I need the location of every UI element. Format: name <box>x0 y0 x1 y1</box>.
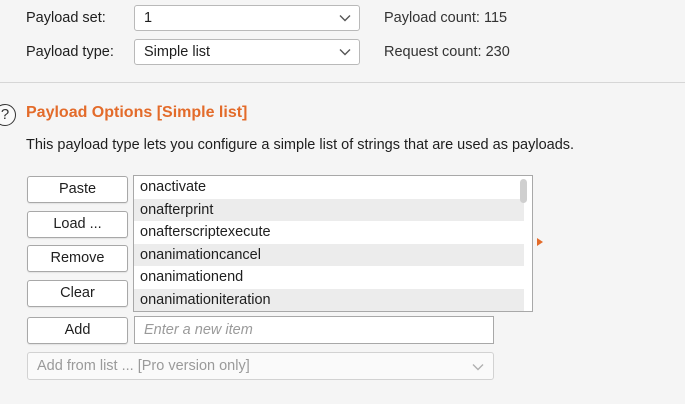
add-from-list-select[interactable]: Add from list ... [Pro version only] <box>27 352 494 380</box>
payload-list[interactable]: onactivate onafterprint onafterscriptexe… <box>133 175 533 312</box>
chevron-down-icon <box>339 49 351 56</box>
payload-type-label: Payload type: <box>26 44 114 60</box>
request-count: Request count: 230 <box>384 44 510 60</box>
payload-count: Payload count: 115 <box>384 10 508 26</box>
remove-button[interactable]: Remove <box>27 245 128 272</box>
add-from-list-value: Add from list ... [Pro version only] <box>37 358 250 374</box>
section-divider <box>0 82 685 83</box>
payload-type-value: Simple list <box>144 44 211 60</box>
clear-button[interactable]: Clear <box>27 280 128 307</box>
payload-set-select[interactable]: 1 <box>134 5 360 31</box>
chevron-down-icon <box>472 364 484 371</box>
section-heading: Payload Options [Simple list] <box>26 104 248 121</box>
payload-set-label: Payload set: <box>26 10 106 26</box>
list-item[interactable]: onanimationend <box>134 266 524 289</box>
load-button[interactable]: Load ... <box>27 211 128 238</box>
list-item[interactable]: onanimationiteration <box>134 288 524 311</box>
list-scrollbar[interactable] <box>520 179 529 307</box>
new-item-input[interactable] <box>134 316 494 344</box>
list-item[interactable]: onanimationcancel <box>134 243 524 267</box>
list-item[interactable]: onafterscriptexecute <box>134 221 524 244</box>
orange-arrow-icon <box>537 238 543 246</box>
paste-button[interactable]: Paste <box>27 176 128 203</box>
chevron-down-icon <box>339 15 351 22</box>
help-icon[interactable]: ? <box>0 104 16 126</box>
list-item[interactable]: onafterprint <box>134 198 524 222</box>
payload-type-select[interactable]: Simple list <box>134 39 360 65</box>
scrollbar-thumb[interactable] <box>520 179 527 203</box>
list-item[interactable]: onactivate <box>134 176 524 199</box>
add-button[interactable]: Add <box>27 317 128 344</box>
section-description: This payload type lets you configure a s… <box>26 137 575 153</box>
payload-set-value: 1 <box>144 10 153 26</box>
